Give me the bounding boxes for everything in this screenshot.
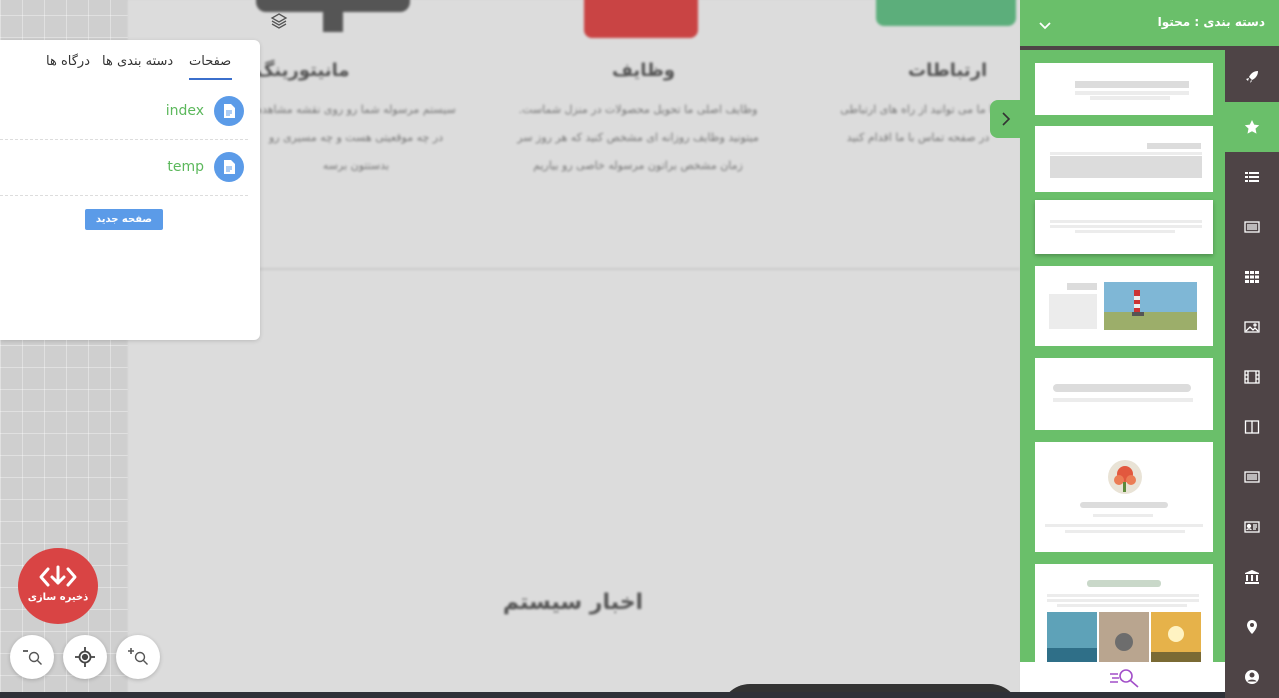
sidebar-item-star[interactable] [1225, 102, 1279, 152]
page-name: temp [167, 159, 204, 175]
page-name: index [165, 103, 204, 119]
tasks-graphic [584, 0, 698, 38]
component-thumbnail[interactable] [1035, 358, 1213, 430]
news-list-icon [1244, 221, 1260, 233]
pages-panel: صفحات دسته بندی ها درگاه ها index temp ص… [0, 40, 260, 340]
chevron-right-icon [1002, 112, 1011, 126]
new-page-button[interactable]: صفحه جدید [85, 209, 163, 230]
save-button[interactable]: ذخیره سازی [18, 548, 98, 624]
component-thumbnail[interactable] [1035, 63, 1213, 115]
tab-categories[interactable]: دسته بندی ها [102, 54, 173, 69]
sidebar-item-bank[interactable] [1225, 552, 1279, 602]
component-thumbnail[interactable] [1035, 564, 1213, 662]
tab-gateways[interactable]: درگاه ها [46, 54, 90, 69]
feature-title-monitoring: مانیتورینگ [256, 60, 350, 81]
category-title: دسته بندی : محتوا [1157, 15, 1265, 29]
document-icon [214, 152, 244, 182]
rocket-icon [1246, 71, 1258, 83]
sidebar-item-user[interactable] [1225, 652, 1279, 698]
feature-title-communications: ارتباطات [908, 60, 988, 81]
feature-text-monitoring: سیستم مرسوله شما رو روی نقشه مشاهده در چ… [256, 103, 456, 172]
sidebar-item-map-pin[interactable] [1225, 602, 1279, 652]
list-icon [1245, 172, 1259, 182]
news-section-title: اخبار سیستم [502, 590, 644, 615]
center-view-button[interactable] [63, 635, 107, 679]
bank-icon [1245, 570, 1259, 584]
sidebar-item-film[interactable] [1225, 352, 1279, 402]
sidebar-item-grid[interactable] [1225, 252, 1279, 302]
magic-search-icon[interactable] [1108, 666, 1142, 694]
zoom-out-icon [23, 650, 42, 665]
save-label: ذخیره سازی [27, 592, 89, 603]
layers-icon[interactable] [270, 12, 288, 30]
section-divider [130, 268, 1020, 270]
code-download-icon [39, 565, 77, 587]
map-pin-icon [1247, 620, 1257, 634]
component-thumbnail[interactable] [1035, 266, 1213, 346]
id-card-icon [1244, 521, 1260, 533]
tab-pages[interactable]: صفحات [189, 54, 231, 69]
monitor-graphic [256, 0, 410, 12]
zoom-in-button[interactable] [116, 635, 160, 679]
sidebar-item-news-list[interactable] [1225, 202, 1279, 252]
grid-icon [1245, 271, 1259, 283]
feature-text-communications: با ما می توانید از راه های ارتباطی در صف… [840, 103, 996, 144]
communications-graphic [876, 0, 1016, 26]
zoom-in-icon [128, 648, 148, 665]
article-icon [1244, 471, 1260, 483]
document-icon [214, 96, 244, 126]
film-icon [1244, 370, 1260, 384]
component-thumbnail[interactable] [1035, 200, 1213, 254]
sidebar-item-image[interactable] [1225, 302, 1279, 352]
monitor-stand-graphic [323, 12, 343, 32]
lighthouse-image [1104, 282, 1197, 330]
collapse-panel-button[interactable] [990, 100, 1022, 138]
panel-footer [1020, 662, 1225, 692]
crosshair-icon [75, 647, 95, 667]
zoom-out-button[interactable] [10, 635, 54, 679]
components-panel: دسته بندی : محتوا [1020, 0, 1279, 698]
component-thumbnails [1020, 50, 1225, 662]
sidebar-item-rocket[interactable] [1225, 52, 1279, 102]
gallery-images [1047, 612, 1201, 662]
component-thumbnail[interactable] [1035, 126, 1213, 192]
components-panel-header: دسته بندی : محتوا [1020, 0, 1279, 46]
category-sidebar [1225, 50, 1279, 698]
star-icon [1244, 120, 1260, 134]
pages-panel-tabs: صفحات دسته بندی ها درگاه ها [0, 40, 260, 84]
site-preview: مانیتورینگ سیستم مرسوله شما رو روی نقشه … [128, 0, 1020, 698]
feature-title-tasks: وظایف [612, 60, 676, 81]
columns-icon [1244, 420, 1260, 434]
image-icon [1244, 321, 1260, 333]
sidebar-item-article[interactable] [1225, 452, 1279, 502]
user-circle-icon [1245, 670, 1259, 684]
chevron-down-icon[interactable] [1038, 16, 1052, 35]
sidebar-item-list[interactable] [1225, 152, 1279, 202]
active-tab-indicator [189, 78, 232, 80]
sidebar-item-id-card[interactable] [1225, 502, 1279, 552]
component-thumbnail[interactable] [1035, 442, 1213, 552]
feature-text-tasks: وظایف اصلی ما تحویل محصولات در منزل شماس… [517, 103, 759, 172]
page-item-temp[interactable]: temp [0, 140, 248, 196]
page-item-index[interactable]: index [0, 84, 248, 140]
flower-avatar-image [1108, 460, 1142, 494]
sidebar-item-columns[interactable] [1225, 402, 1279, 452]
